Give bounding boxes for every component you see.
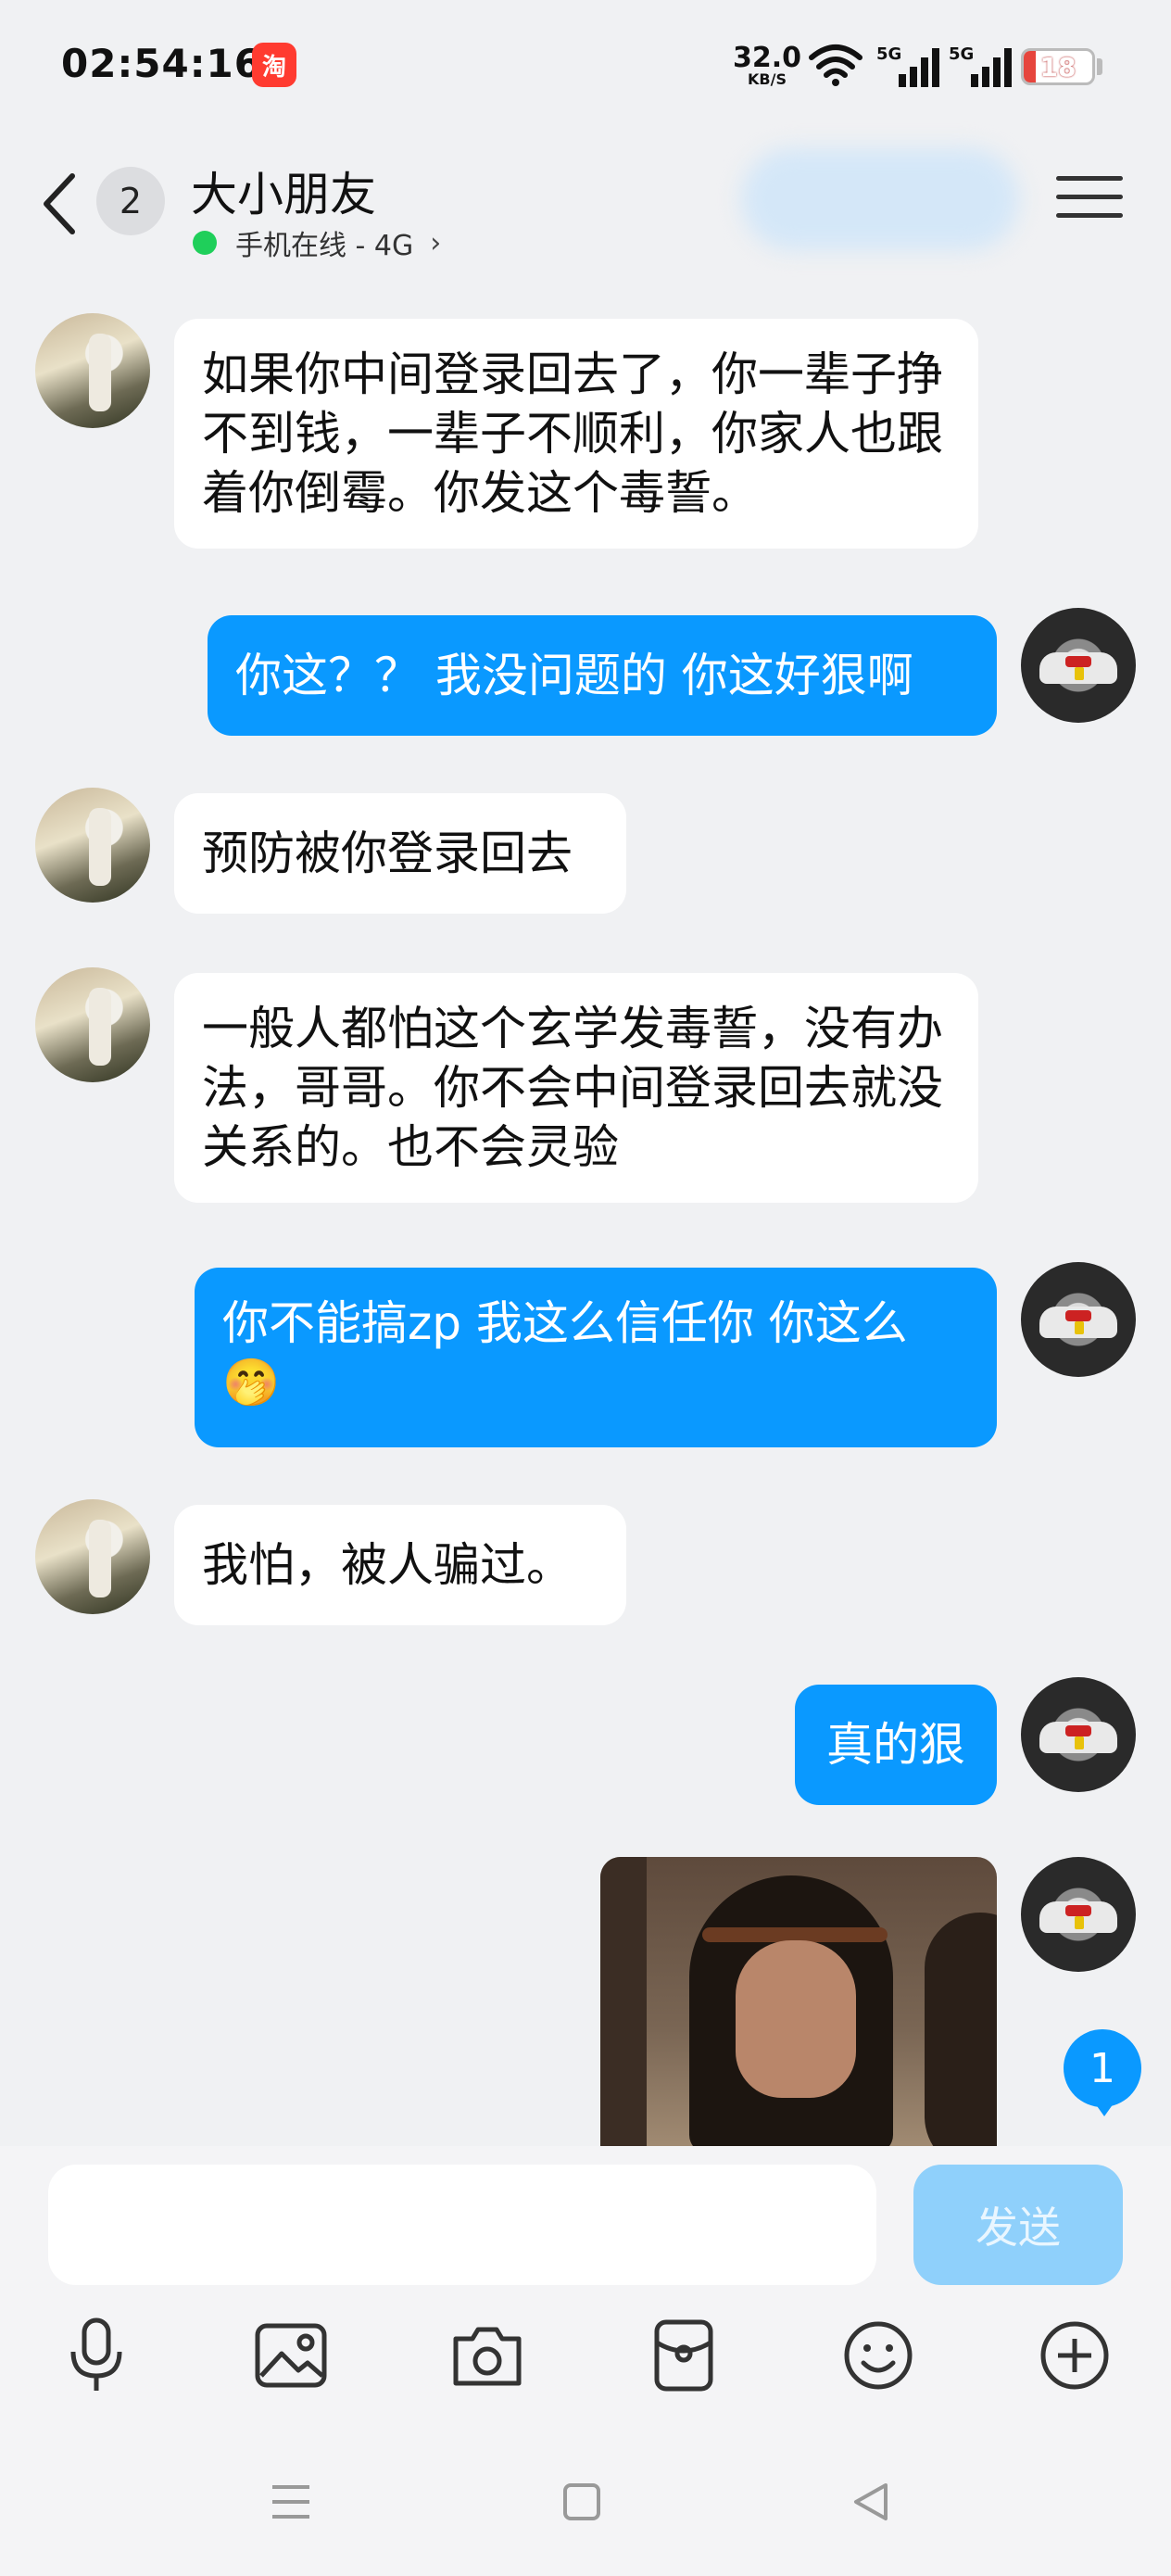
message-bubble-outgoing[interactable]: 你这？？ 我没问题的 你这好狠啊 xyxy=(208,615,997,736)
camera-icon[interactable] xyxy=(448,2317,526,2394)
network-speed-unit: KB/S xyxy=(748,70,787,88)
my-avatar[interactable] xyxy=(1021,1857,1136,1972)
my-avatar[interactable] xyxy=(1021,608,1136,723)
back-arrow-icon[interactable] xyxy=(37,167,83,241)
my-avatar[interactable] xyxy=(1021,1262,1136,1377)
menu-key-icon[interactable] xyxy=(263,2474,319,2530)
new-message-badge[interactable]: 1 xyxy=(1064,2029,1141,2116)
signal-icon-sim2: 5G xyxy=(949,44,1012,87)
network-speed: 32.0 KB/S xyxy=(730,44,804,87)
network-speed-value: 32.0 xyxy=(732,42,802,74)
wifi-icon xyxy=(809,44,863,86)
status-bar: 02:54:16 淘 32.0 KB/S 5G 5G 18 xyxy=(0,0,1171,139)
emoji-icon[interactable] xyxy=(839,2317,917,2394)
online-status[interactable]: 手机在线 - 4G › xyxy=(193,222,441,263)
mic-icon[interactable] xyxy=(57,2317,135,2394)
message-input[interactable] xyxy=(48,2165,876,2285)
plus-icon[interactable] xyxy=(1036,2317,1114,2394)
contact-avatar[interactable] xyxy=(35,313,150,428)
taobao-notification-icon: 淘 xyxy=(252,43,296,87)
message-bubble-outgoing[interactable]: 你不能搞zp 我这么信任你 你这么 🤭 xyxy=(195,1268,997,1447)
back-key-icon[interactable] xyxy=(843,2474,899,2530)
online-status-text: 手机在线 - 4G xyxy=(235,230,414,262)
chat-title[interactable]: 大小朋友 xyxy=(191,158,376,224)
send-button[interactable]: 发送 xyxy=(913,2165,1123,2285)
image-icon[interactable] xyxy=(252,2317,330,2394)
emoji-face-icon: 🤭 xyxy=(222,1356,281,1409)
message-bubble-incoming[interactable]: 一般人都怕这个玄学发毒誓，没有办法，哥哥。你不会中间登录回去就没关系的。也不会灵… xyxy=(174,973,978,1203)
battery-level: 18 xyxy=(1039,51,1077,82)
signal-icon-sim1: 5G xyxy=(876,44,939,87)
home-key-icon[interactable] xyxy=(554,2474,610,2530)
battery-icon: 18 xyxy=(1021,48,1095,85)
unread-count-badge[interactable]: 2 xyxy=(96,167,165,235)
message-text: 你不能搞zp 我这么信任你 你这么 xyxy=(222,1296,908,1350)
blurred-region xyxy=(741,148,1019,250)
sim2-label: 5G xyxy=(949,44,974,64)
online-dot-icon xyxy=(193,231,217,255)
status-time: 02:54:16 xyxy=(61,41,262,86)
message-bubble-outgoing[interactable]: 真的狠 xyxy=(795,1685,997,1805)
my-avatar[interactable] xyxy=(1021,1677,1136,1792)
message-bubble-incoming[interactable]: 我怕，被人骗过。 xyxy=(174,1505,626,1625)
menu-icon[interactable] xyxy=(1056,176,1123,228)
contact-avatar[interactable] xyxy=(35,1499,150,1614)
battery-tip xyxy=(1097,58,1102,75)
red-packet-icon[interactable] xyxy=(645,2317,723,2394)
image-message[interactable] xyxy=(600,1857,997,2146)
sim1-label: 5G xyxy=(876,44,901,64)
chevron-right-icon: › xyxy=(430,226,442,259)
message-bubble-incoming[interactable]: 预防被你登录回去 xyxy=(174,793,626,914)
message-bubble-incoming[interactable]: 如果你中间登录回去了，你一辈子挣不到钱，一辈子不顺利，你家人也跟着你倒霉。你发这… xyxy=(174,319,978,549)
contact-avatar[interactable] xyxy=(35,788,150,903)
contact-avatar[interactable] xyxy=(35,967,150,1082)
